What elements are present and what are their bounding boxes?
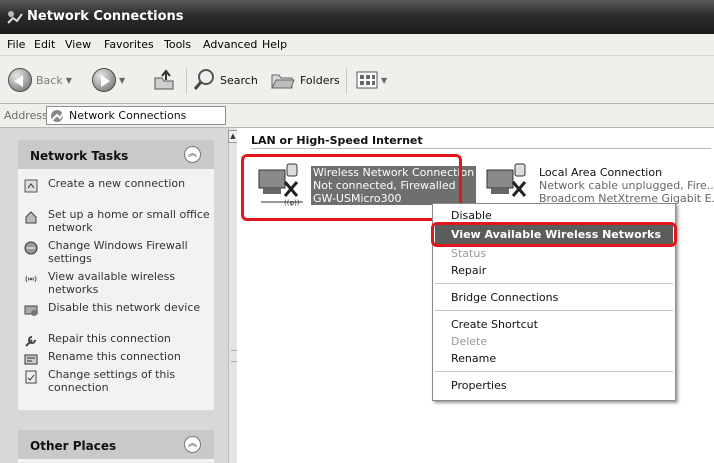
other-places-header[interactable]: Other Places ︽ <box>18 430 214 459</box>
group-divider <box>251 148 711 149</box>
local-connection-status: Network cable unplugged, Fire... <box>539 179 714 192</box>
task-firewall[interactable]: Change Windows Firewall settings <box>24 239 210 265</box>
task-view-wireless[interactable]: View available wireless networks <box>24 270 210 296</box>
highlight-wireless-connection <box>241 154 462 221</box>
collapse-chevron-icon[interactable]: ︽ <box>184 436 201 453</box>
menu-advanced[interactable]: Advanced <box>203 38 257 51</box>
task-label: Change settings of this connection <box>48 368 176 394</box>
disable-device-icon <box>24 305 38 316</box>
menu-favorites[interactable]: Favorites <box>104 38 154 51</box>
menu-item-create-shortcut[interactable]: Create Shortcut <box>451 318 538 331</box>
menu-separator <box>435 283 673 284</box>
search-icon <box>193 69 214 90</box>
task-pane: Network Tasks ︽ Create a new connection … <box>0 128 235 463</box>
back-button[interactable]: Back ▼ <box>8 66 72 94</box>
task-change-settings[interactable]: Change settings of this connection <box>24 368 210 394</box>
folders-button[interactable]: Folders <box>270 66 340 94</box>
menu-file[interactable]: File <box>7 38 25 51</box>
menu-item-disable[interactable]: Disable <box>451 209 492 222</box>
settings-page-icon <box>25 370 37 384</box>
chevron-down-icon: ▼ <box>119 75 126 85</box>
back-arrow-icon <box>8 68 32 92</box>
menu-item-rename[interactable]: Rename <box>451 352 496 365</box>
task-label: Set up a home or small office network <box>48 208 210 234</box>
menu-item-delete: Delete <box>451 335 488 348</box>
task-label: Repair this connection <box>48 332 171 345</box>
pane-splitter[interactable]: ▲ <box>228 128 238 463</box>
local-connection-text: Local Area Connection Network cable unpl… <box>539 166 714 205</box>
highlight-view-wireless-networks <box>431 222 677 247</box>
title-bar: Network Connections <box>0 0 714 34</box>
group-header: LAN or High-Speed Internet <box>251 134 423 147</box>
up-folder-button[interactable] <box>152 66 176 94</box>
collapse-chevron-icon[interactable]: ︽ <box>184 146 201 163</box>
task-home-network[interactable]: Set up a home or small office network <box>24 208 210 234</box>
repair-wrench-icon <box>25 336 36 347</box>
task-label: Change Windows Firewall settings <box>48 239 188 265</box>
menu-item-bridge[interactable]: Bridge Connections <box>451 291 558 304</box>
task-label: View available wireless networks <box>48 270 176 296</box>
network-connections-icon <box>51 109 65 122</box>
back-label: Back <box>36 73 63 87</box>
task-create-connection[interactable]: Create a new connection <box>24 177 210 193</box>
menu-bar: File Edit View Favorites Tools Advanced … <box>0 34 714 56</box>
network-connections-icon <box>7 11 23 24</box>
views-button[interactable]: ▼ <box>356 66 387 94</box>
toolbar-separator <box>346 68 347 94</box>
search-button[interactable]: Search <box>192 66 258 94</box>
wireless-icon <box>25 275 37 283</box>
views-icon <box>356 71 378 89</box>
forward-button[interactable]: ▼ <box>92 66 125 94</box>
menu-separator <box>435 371 673 372</box>
firewall-icon <box>24 241 38 255</box>
menu-help[interactable]: Help <box>262 38 287 51</box>
menu-view[interactable]: View <box>65 38 91 51</box>
chevron-down-icon: ▼ <box>381 75 388 85</box>
task-label: Rename this connection <box>48 350 181 363</box>
toolbar: Back ▼ ▼ Search Folders ▼ <box>0 56 714 104</box>
local-connection-name: Local Area Connection <box>539 166 663 179</box>
task-disable-device[interactable]: Disable this network device <box>24 301 210 317</box>
menu-separator <box>435 310 673 311</box>
other-places-title: Other Places <box>30 439 117 453</box>
home-network-icon <box>25 211 37 224</box>
address-value: Network Connections <box>69 109 187 122</box>
address-label: Address <box>4 109 48 122</box>
network-tasks-title: Network Tasks <box>30 149 129 163</box>
task-repair[interactable]: Repair this connection <box>24 332 210 348</box>
chevron-down-icon: ▼ <box>65 75 72 85</box>
new-connection-icon <box>24 179 38 193</box>
network-tasks-header[interactable]: Network Tasks ︽ <box>18 140 214 169</box>
menu-item-status: Status <box>451 247 487 260</box>
toolbar-separator <box>186 68 187 94</box>
task-rename[interactable]: Rename this connection <box>24 350 210 366</box>
up-folder-icon <box>154 69 174 90</box>
task-label: Disable this network device <box>48 301 201 314</box>
network-connections-window: Network Connections File Edit View Favor… <box>0 0 714 463</box>
forward-arrow-icon <box>92 68 116 92</box>
menu-item-repair[interactable]: Repair <box>451 264 486 277</box>
address-input[interactable]: Network Connections <box>46 106 226 125</box>
rename-icon <box>24 354 38 365</box>
menu-edit[interactable]: Edit <box>34 38 55 51</box>
menu-item-properties[interactable]: Properties <box>451 379 507 392</box>
other-places-panel: Other Places ︽ <box>18 430 214 463</box>
folders-label: Folders <box>300 73 340 87</box>
task-label: Create a new connection <box>48 177 186 190</box>
network-tasks-panel: Network Tasks ︽ Create a new connection … <box>18 140 214 410</box>
address-bar: Address Network Connections <box>0 104 714 128</box>
lan-adapter-icon <box>486 163 527 197</box>
menu-tools[interactable]: Tools <box>164 38 191 51</box>
window-title: Network Connections <box>27 9 184 24</box>
folders-icon <box>271 74 295 89</box>
search-label: Search <box>220 73 258 87</box>
